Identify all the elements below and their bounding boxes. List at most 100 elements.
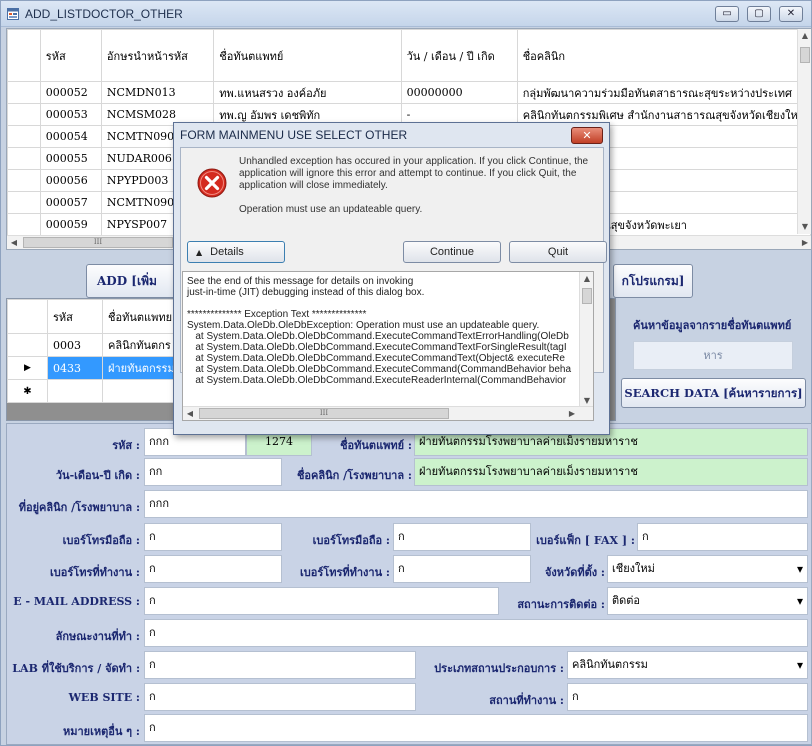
dialog-message-text: Unhandled exception has occured in your … bbox=[239, 156, 589, 191]
work-type-label: ลักษณะงานที่ทำ : bbox=[55, 630, 140, 643]
scroll-right-icon[interactable]: ▶ bbox=[565, 407, 579, 420]
work-phone-field[interactable]: ก bbox=[144, 555, 282, 583]
scroll-left-icon[interactable]: ◀ bbox=[7, 236, 21, 249]
search-label: ค้นหาข้อมูลจากรายชื่อทันตแพทย์ bbox=[633, 319, 792, 332]
province-label: จังหวัดที่ตั้ง : bbox=[544, 566, 605, 579]
mobile2-label: เบอร์โทรมือถือ : bbox=[312, 534, 390, 547]
details-button[interactable]: ▲ Details bbox=[187, 241, 285, 263]
website-label: WEB SITE : bbox=[68, 691, 140, 704]
exit-button[interactable]: กโปรแกรม] bbox=[613, 264, 693, 298]
province-value: เชียงใหม่ bbox=[612, 562, 655, 575]
new-row-icon: ✱ bbox=[7, 379, 48, 403]
row-header[interactable] bbox=[7, 125, 41, 148]
contact-status-label: สถานะการติดต่อ : bbox=[517, 598, 605, 611]
table-cell[interactable]: 000056 bbox=[39, 169, 102, 192]
scroll-grip-icon: III bbox=[93, 238, 103, 246]
fax-field[interactable]: ก bbox=[637, 523, 808, 551]
scroll-up-icon[interactable]: ▲ bbox=[798, 29, 811, 43]
mobile2-field[interactable]: ก bbox=[393, 523, 531, 551]
doctor-form: รหัส : กกก 1274 ชื่อทันตแพทย์ : ฝ่ายทันต… bbox=[6, 423, 812, 745]
minimize-icon: ▭ bbox=[722, 8, 732, 19]
mobile-field[interactable]: ก bbox=[144, 523, 282, 551]
row-header[interactable] bbox=[7, 81, 41, 104]
workplace-label: สถานที่ทำงาน : bbox=[489, 694, 564, 707]
scroll-right-icon[interactable]: ▶ bbox=[798, 236, 811, 249]
lab-label: LAB ที่ใช้บริการ / จัดทำ : bbox=[12, 662, 140, 675]
row-header[interactable] bbox=[7, 333, 48, 357]
scroll-thumb[interactable]: III bbox=[199, 408, 449, 419]
exception-dialog: FORM MAINMENU USE SELECT OTHER ✕ Unhandl… bbox=[173, 122, 610, 435]
column-header[interactable]: อักษรนำหน้ารหัส bbox=[100, 29, 215, 82]
website-field[interactable]: ก bbox=[144, 683, 416, 711]
row-header[interactable] bbox=[7, 191, 41, 214]
birth-field[interactable]: กก bbox=[144, 458, 282, 486]
details-textbox[interactable]: See the end of this message for details … bbox=[182, 271, 594, 421]
dialog-title: FORM MAINMENU USE SELECT OTHER bbox=[180, 128, 408, 142]
details-hscroll[interactable]: ◀ III ▶ bbox=[183, 406, 593, 420]
doctor-table-header: รหัส อักษรนำหน้ารหัส ชื่อทันตแพทย์ วัน /… bbox=[7, 29, 811, 82]
scroll-up-icon[interactable]: ▲ bbox=[580, 272, 593, 286]
add-button[interactable]: ADD [เพิ่มข้อมูล bbox=[86, 264, 186, 320]
scroll-thumb[interactable] bbox=[582, 288, 592, 304]
scroll-left-icon[interactable]: ◀ bbox=[183, 407, 197, 420]
workplace-field[interactable]: ก bbox=[567, 683, 808, 711]
close-icon: ✕ bbox=[582, 129, 592, 142]
lab-field[interactable]: ก bbox=[144, 651, 416, 679]
column-header[interactable]: ชื่อคลินิก bbox=[516, 29, 811, 82]
current-row-icon: ▶ bbox=[7, 356, 48, 380]
maximize-button[interactable]: ▢ bbox=[747, 6, 771, 22]
address-field[interactable]: กกก bbox=[144, 490, 808, 518]
table-row[interactable]: 000052 NCMDN013 ทพ.แหนสรวง องค์อภัย 0000000… bbox=[7, 81, 811, 104]
scroll-thumb[interactable]: III bbox=[23, 237, 173, 248]
details-button-label: Details bbox=[210, 246, 244, 258]
dialog-close-button[interactable]: ✕ bbox=[571, 127, 603, 144]
table-cell[interactable]: 000054 bbox=[39, 125, 102, 148]
table-cell[interactable]: 000059 bbox=[39, 213, 102, 236]
row-header[interactable] bbox=[7, 169, 41, 192]
scroll-down-icon[interactable]: ▼ bbox=[798, 220, 811, 234]
row-header[interactable] bbox=[7, 147, 41, 170]
notes-field[interactable]: ก bbox=[144, 714, 808, 742]
dialog-message: Unhandled exception has occured in your … bbox=[239, 156, 589, 216]
row-header[interactable] bbox=[7, 213, 41, 236]
table-cell[interactable]: NCMDN013 bbox=[100, 81, 215, 104]
search-input[interactable]: หาร bbox=[633, 341, 793, 370]
table-cell[interactable]: 000057 bbox=[39, 191, 102, 214]
business-type-select[interactable]: คลินิกทันตกรรม bbox=[567, 651, 808, 679]
table-cell[interactable]: 00000000 bbox=[400, 81, 518, 104]
code-label: รหัส : bbox=[112, 439, 140, 452]
work-phone2-field[interactable]: ก bbox=[393, 555, 531, 583]
details-vscroll[interactable]: ▲ ▼ bbox=[579, 272, 593, 408]
continue-button-label: Continue bbox=[429, 246, 475, 258]
search-button-label: SEARCH DATA [ค้นหารายการ] bbox=[624, 386, 803, 400]
contact-status-select[interactable]: ติดต่อ bbox=[607, 587, 808, 615]
row-header[interactable] bbox=[7, 103, 41, 126]
table-cell[interactable]: 000055 bbox=[39, 147, 102, 170]
close-button[interactable]: ✕ bbox=[779, 6, 803, 22]
search-button[interactable]: SEARCH DATA [ค้นหารายการ] bbox=[621, 378, 806, 408]
province-select[interactable]: เชียงใหม่ bbox=[607, 555, 808, 583]
work-type-field[interactable]: ก bbox=[144, 619, 808, 647]
column-header[interactable]: รหัส bbox=[39, 29, 102, 82]
table-cell[interactable]: 0003 bbox=[47, 333, 103, 357]
clinic-field[interactable]: ฝ่ายทันตกรรมโรงพยาบาลค่ายเม็งรายมหาราช bbox=[414, 458, 808, 486]
birth-label: วัน-เดือน-ปี เกิด : bbox=[55, 469, 140, 482]
table-cell[interactable]: ทพ.แหนสรวง องค์อภัย bbox=[213, 81, 402, 104]
email-field[interactable]: ก bbox=[144, 587, 499, 615]
scroll-thumb[interactable] bbox=[800, 47, 810, 63]
table-cell[interactable] bbox=[47, 379, 103, 403]
table-cell[interactable]: กลุ่มพัฒนาความร่วมมือทันตสาธารณะสุขระหว่… bbox=[516, 81, 811, 104]
table-cell[interactable]: 0433 bbox=[47, 356, 103, 380]
address-label: ที่อยู่คลินิก /โรงพยาบาล : bbox=[18, 501, 140, 514]
column-header[interactable]: วัน / เดือน / ปี เกิด bbox=[400, 29, 518, 82]
column-header[interactable]: ชื่อทันตแพทย์ bbox=[213, 29, 402, 82]
quit-button[interactable]: Quit bbox=[509, 241, 607, 263]
maximize-icon: ▢ bbox=[754, 8, 764, 19]
business-type-label: ประเภทสถานประกอบการ : bbox=[434, 662, 564, 675]
doctor-grid-vscroll[interactable]: ▲ ▼ bbox=[797, 29, 811, 234]
minimize-button[interactable]: ▭ bbox=[715, 6, 739, 22]
column-header[interactable]: รหัส bbox=[47, 299, 103, 334]
table-cell[interactable]: 000053 bbox=[39, 103, 102, 126]
continue-button[interactable]: Continue bbox=[403, 241, 501, 263]
table-cell[interactable]: 000052 bbox=[39, 81, 102, 104]
